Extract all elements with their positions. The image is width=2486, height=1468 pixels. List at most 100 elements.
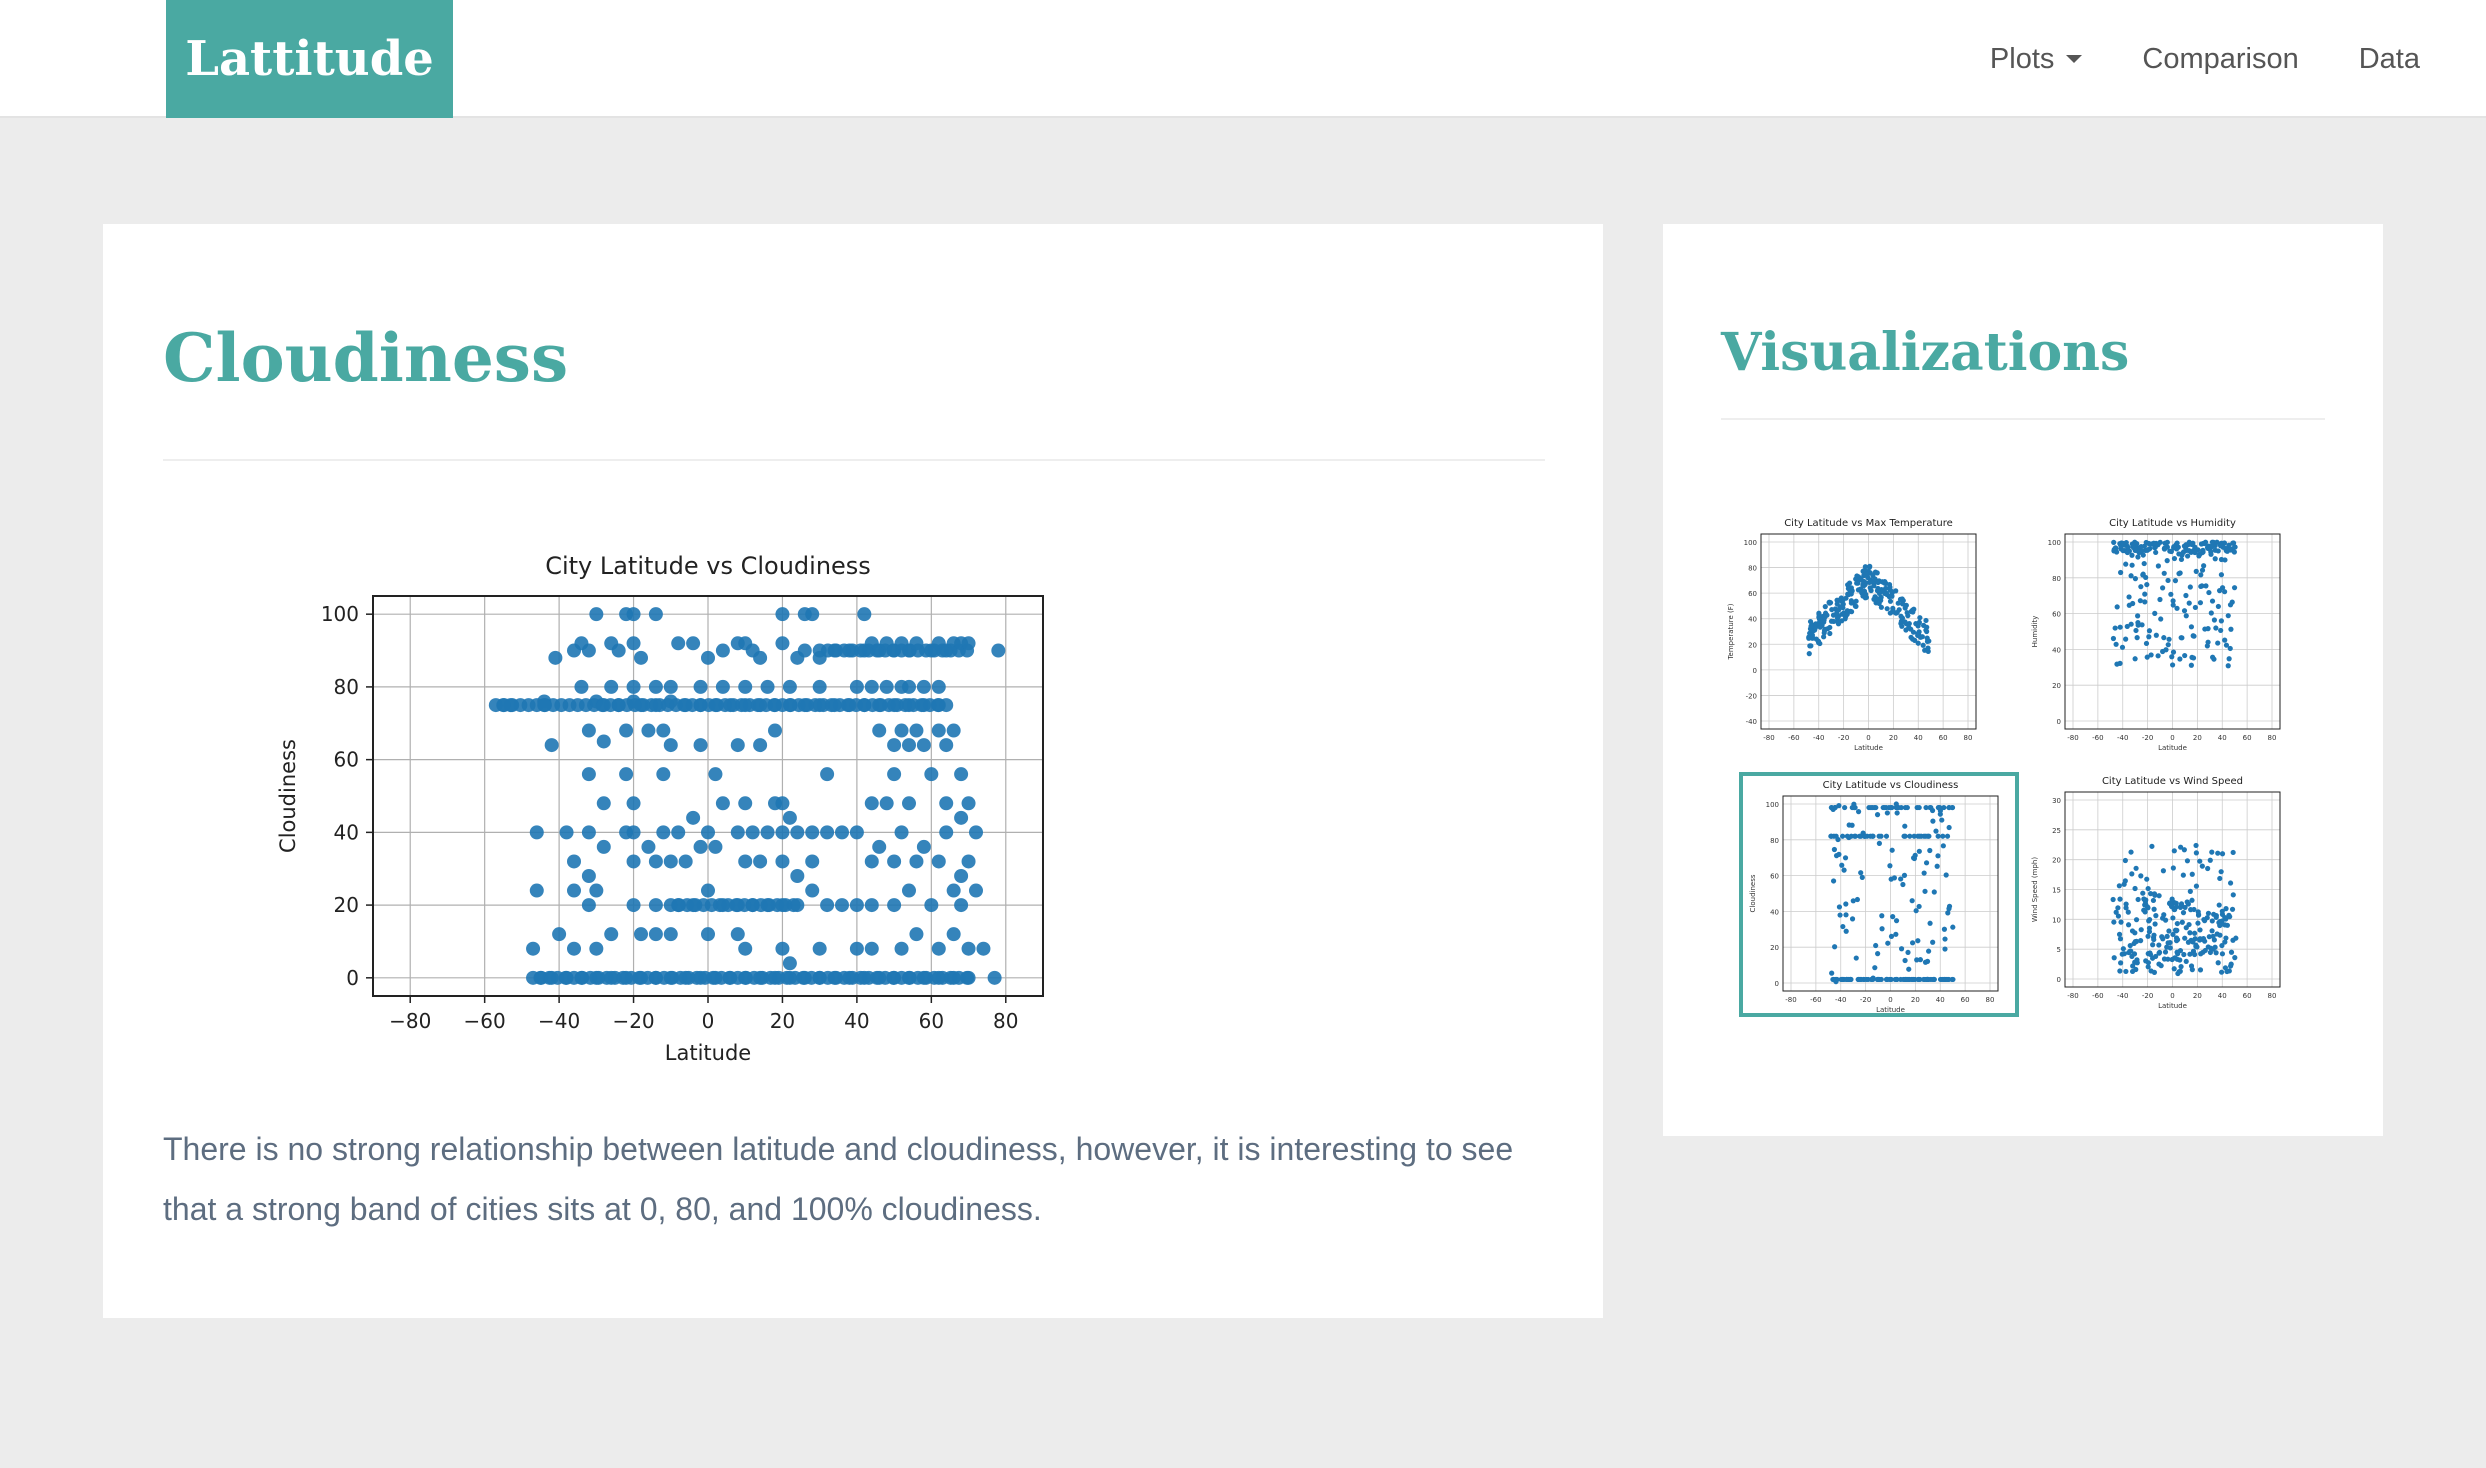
data-point [887,854,902,869]
x-tick-label: 20 [770,1009,795,1033]
data-point [715,898,730,913]
data-point [567,854,581,869]
data-point [916,839,931,854]
data-point [812,970,827,985]
data-point [782,956,797,971]
data-point [835,825,849,840]
data-point [715,643,730,658]
data-point [916,698,931,713]
data-point [648,607,663,622]
svg-text:0: 0 [1888,996,1892,1004]
svg-text:20: 20 [1889,734,1898,742]
svg-text:20: 20 [2052,682,2061,690]
data-point [611,698,626,713]
x-tick-label: −40 [538,1009,580,1033]
scatter-points [488,607,1006,985]
data-point [648,679,663,694]
data-point [916,679,931,694]
data-point [849,679,864,694]
data-point [745,825,760,840]
svg-text:-40: -40 [1813,734,1824,742]
data-point [708,767,723,782]
nav-data-link[interactable]: Data [2359,43,2420,76]
thumbnail-wind-speed[interactable]: City Latitude vs Wind Speed -80 -60 -40 -20 0… [2025,772,2305,1017]
data-point [626,854,641,869]
data-point [842,643,857,658]
thumbnail-xlabel: Latitude [2158,744,2187,752]
nav-links: Plots Comparison Data [1990,0,2420,118]
data-point [686,898,701,913]
data-point [946,970,961,985]
page-title: Cloudiness [163,319,569,397]
data-point [663,970,678,985]
svg-text:80: 80 [1964,734,1973,742]
data-point [701,650,715,665]
data-point [894,825,909,840]
data-point [827,643,842,658]
navbar: Lattitude Plots Comparison Data [0,0,2486,118]
svg-text:-40: -40 [1835,996,1846,1004]
svg-text:60: 60 [1770,873,1779,881]
data-point [961,970,976,985]
y-tick-label: 80 [334,675,359,699]
data-point [820,898,835,913]
data-point [894,941,909,956]
data-point [686,810,701,825]
data-point [849,898,864,913]
visualizations-divider [1721,418,2325,420]
nav-comparison-link[interactable]: Comparison [2142,43,2298,76]
data-point [663,738,678,753]
data-point [715,796,730,811]
data-point [768,970,782,985]
data-point [939,796,954,811]
data-point [656,767,671,782]
data-point [812,650,827,665]
data-point [619,767,634,782]
svg-text:40: 40 [2052,646,2061,654]
data-point [946,927,961,942]
data-point [663,694,678,709]
svg-text:-80: -80 [1763,734,1774,742]
data-point [611,643,626,658]
thumbnail-xlabel: Latitude [2158,1002,2187,1010]
data-point [909,854,924,869]
data-point [753,698,768,713]
data-point [835,898,849,913]
data-point [805,825,820,840]
data-point [872,723,887,738]
svg-text:40: 40 [2218,734,2227,742]
thumbnail-humidity[interactable]: City Latitude vs Humidity -80 -60 -40 -20 0 20… [2025,514,2305,759]
thumbnail-max-temperature[interactable]: City Latitude vs Max Temperature -80 -60 -4… [1721,514,2001,759]
data-point [879,796,894,811]
data-point [626,607,641,622]
data-point [738,698,753,713]
data-point [619,970,634,985]
data-point [656,723,671,738]
data-point [552,927,567,942]
thumbnail-cloudiness[interactable]: City Latitude vs Cloudiness -80 -60 -40 -20 0… [1739,772,2019,1017]
data-point [782,679,797,694]
svg-text:60: 60 [1939,734,1948,742]
nav-plots-dropdown[interactable]: Plots [1990,43,2083,76]
data-point [574,679,589,694]
data-point [544,738,559,753]
y-tick-label: 60 [334,748,359,772]
svg-text:-60: -60 [2092,734,2103,742]
data-point [775,825,790,840]
data-point [738,941,753,956]
data-point [864,796,879,811]
data-point [961,854,976,869]
brand-logo[interactable]: Lattitude [166,0,453,118]
data-point [544,970,559,985]
svg-text:20: 20 [2193,992,2202,1000]
data-point [775,941,790,956]
data-point [924,898,939,913]
data-point [641,723,656,738]
y-tick-label: 40 [334,820,359,844]
svg-text:80: 80 [2052,575,2061,583]
svg-text:-80: -80 [2067,734,2078,742]
svg-text:0: 0 [2170,992,2174,1000]
x-axis-label: Latitude [665,1041,751,1065]
thumbnail-ylabel: Wind Speed (mph) [2031,857,2039,922]
data-point [954,869,969,883]
